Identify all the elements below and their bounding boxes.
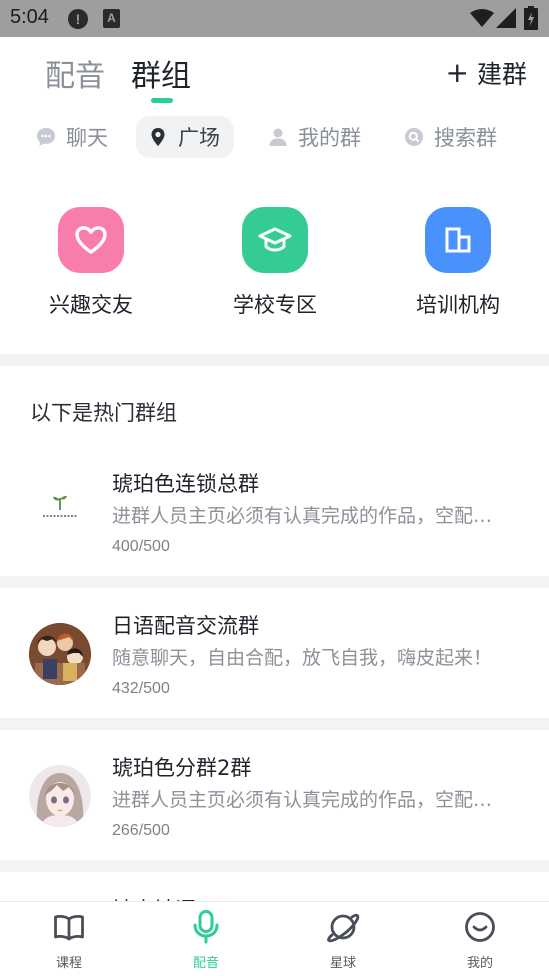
category-interest-friends[interactable]: 兴趣交友 <box>21 207 161 319</box>
microphone-icon <box>193 910 219 944</box>
group-avatar-anime-group-photo <box>29 623 91 685</box>
create-group-button[interactable]: + 建群 <box>446 55 527 91</box>
create-group-label: 建群 <box>476 60 527 89</box>
active-tab-indicator <box>151 98 173 103</box>
section-divider <box>0 860 549 872</box>
group-member-count: 266/500 <box>112 822 170 839</box>
group-name: 琥珀色分群2群 <box>112 756 252 780</box>
tab-groups[interactable]: 群组 <box>131 51 191 95</box>
category-training-institutions[interactable]: 培训机构 <box>388 207 528 319</box>
group-description: 随意聊天，自由合配，放飞自我，嗨皮起来！ <box>112 647 493 669</box>
chat-bubble-icon <box>37 128 55 146</box>
group-description: 进群人员主页必须有认真完成的作品，空配… <box>112 505 493 527</box>
planet-icon <box>327 913 360 943</box>
building-icon-tile <box>425 207 491 273</box>
group-member-count: 432/500 <box>112 680 170 697</box>
group-row[interactable]: 琥珀色分群2群 进群人员主页必须有认真完成的作品，空配… 266/500 <box>0 730 549 860</box>
nav-label: 我的 <box>466 956 493 971</box>
nav-dubbing[interactable]: 配音 <box>166 908 246 971</box>
section-divider <box>0 576 549 588</box>
section-divider <box>0 718 549 730</box>
subtab-search-groups[interactable]: 搜索群 <box>392 116 511 158</box>
nav-label: 配音 <box>192 956 219 971</box>
subtab-my-groups[interactable]: 我的群 <box>256 116 375 158</box>
building-icon <box>445 227 471 253</box>
category-label: 学校专区 <box>233 293 317 317</box>
plus-icon: + <box>445 56 469 89</box>
signal-icon <box>496 8 516 28</box>
group-name: 日语配音交流群 <box>112 614 259 638</box>
graduation-cap-icon-tile <box>242 207 308 273</box>
nav-label: 星球 <box>329 956 356 971</box>
wifi-icon <box>470 9 494 27</box>
group-row[interactable]: 琥珀色连锁总群 进群人员主页必须有认真完成的作品，空配… 400/500 <box>0 446 549 576</box>
tab-dubbing[interactable]: 配音 <box>45 51 105 95</box>
hot-groups-heading: 以下是热门群组 <box>30 401 177 425</box>
group-description: 进群人员主页必须有认真完成的作品，空配… <box>112 789 493 811</box>
bottom-navigation: 课程 配音 星球 我的 <box>0 901 549 976</box>
person-icon <box>269 128 287 146</box>
group-avatar-sprout-logo <box>29 476 91 538</box>
subtab-chat[interactable]: 聊天 <box>24 116 122 158</box>
graduation-cap-icon <box>258 227 292 252</box>
subtab-search-groups-label: 搜索群 <box>434 126 497 150</box>
location-pin-icon <box>151 128 165 146</box>
category-school-zone[interactable]: 学校专区 <box>205 207 345 319</box>
battery-icon <box>524 6 538 30</box>
nav-mine[interactable]: 我的 <box>440 908 520 971</box>
nav-planet[interactable]: 星球 <box>303 908 383 971</box>
heart-icon-tile <box>58 207 124 273</box>
search-icon <box>405 128 423 146</box>
subtab-chat-label: 聊天 <box>66 126 108 150</box>
smile-face-icon <box>465 912 495 942</box>
subtab-bar: 聊天 广场 我的群 搜索群 <box>0 116 549 158</box>
group-avatar-anime-girl-portrait <box>29 765 91 827</box>
nav-label: 课程 <box>55 956 82 971</box>
heart-icon <box>75 226 107 254</box>
group-member-count: 400/500 <box>112 538 170 555</box>
alert-icon: ! <box>68 9 88 29</box>
status-time: 5:04 <box>10 6 49 28</box>
status-bar: 5:04 ! A <box>0 0 549 37</box>
category-label: 兴趣交友 <box>49 293 133 317</box>
font-a-icon: A <box>103 9 120 28</box>
section-divider <box>0 354 549 366</box>
subtab-my-groups-label: 我的群 <box>298 126 361 150</box>
nav-courses[interactable]: 课程 <box>29 908 109 971</box>
group-row[interactable]: 日语配音交流群 随意聊天，自由合配，放飞自我，嗨皮起来！ 432/500 <box>0 588 549 718</box>
subtab-square-label: 广场 <box>178 126 220 150</box>
subtab-square[interactable]: 广场 <box>136 116 234 158</box>
header: 配音 群组 + 建群 <box>0 37 549 107</box>
book-icon <box>54 915 84 941</box>
group-name: 琥珀色连锁总群 <box>112 472 259 496</box>
category-label: 培训机构 <box>416 293 500 317</box>
